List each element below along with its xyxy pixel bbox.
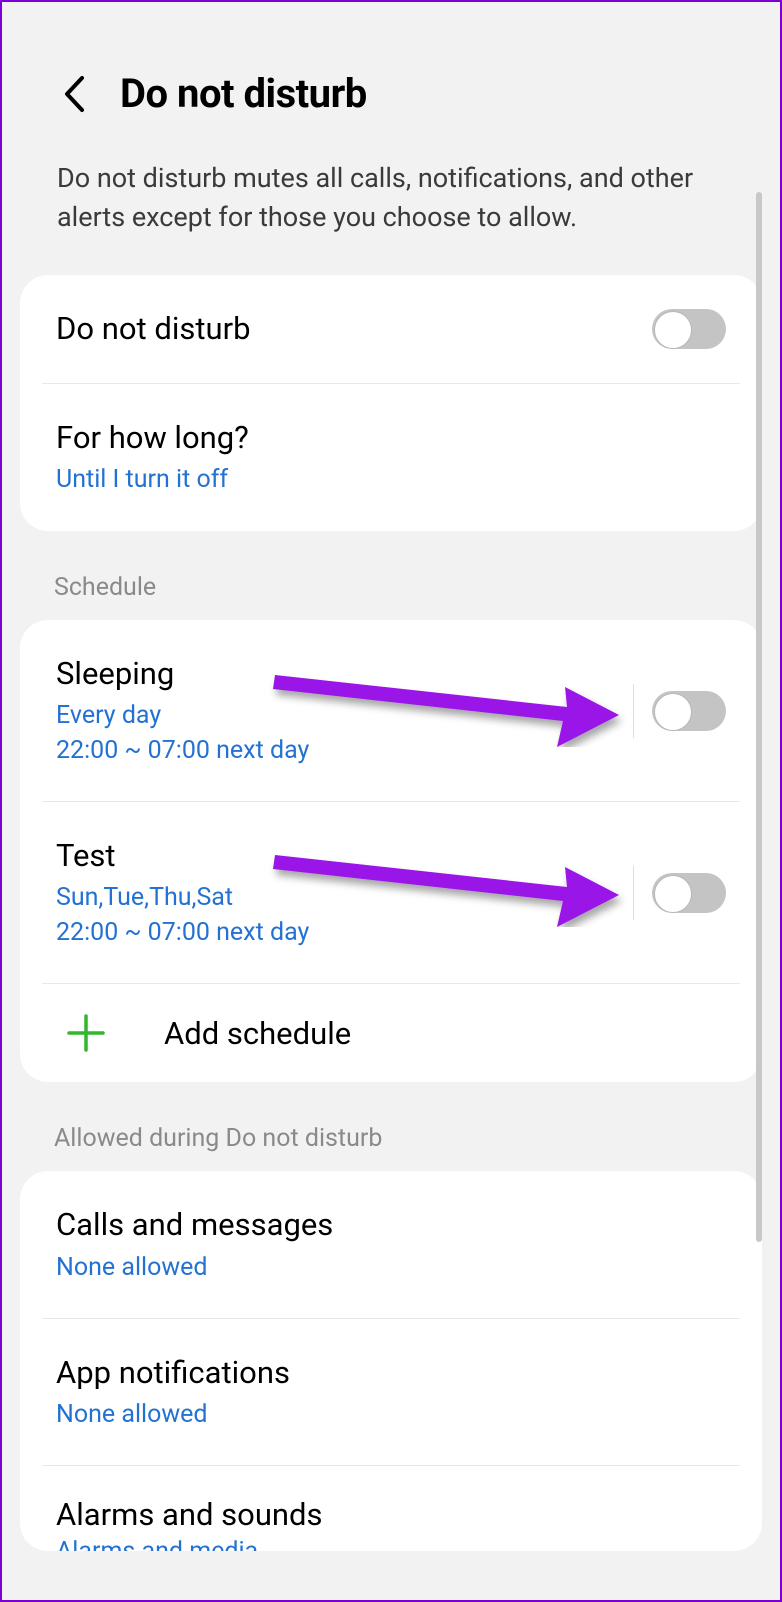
- header: Do not disturb: [2, 2, 780, 147]
- apps-row[interactable]: App notifications None allowed: [20, 1319, 762, 1466]
- schedule-days: Sun,Tue,Thu,Sat: [56, 880, 615, 915]
- add-schedule-row[interactable]: Add schedule: [20, 984, 762, 1082]
- schedule-toggle-sleeping[interactable]: [652, 691, 726, 731]
- main-settings-card: Do not disturb For how long? Until I tur…: [20, 275, 762, 531]
- back-button[interactable]: [52, 72, 96, 116]
- page-title: Do not disturb: [120, 70, 367, 117]
- apps-value: None allowed: [56, 1397, 726, 1432]
- schedule-title: Test: [56, 836, 615, 876]
- dnd-toggle-row[interactable]: Do not disturb: [20, 275, 762, 383]
- schedule-section-header: Schedule: [2, 531, 780, 620]
- dnd-label: Do not disturb: [56, 309, 652, 349]
- schedule-time: 22:00 ~ 07:00 next day: [56, 915, 615, 950]
- divider: [633, 866, 634, 920]
- how-long-label: For how long?: [56, 418, 726, 458]
- chevron-left-icon: [63, 75, 85, 113]
- calls-title: Calls and messages: [56, 1205, 726, 1245]
- calls-value: None allowed: [56, 1250, 726, 1285]
- page-description: Do not disturb mutes all calls, notifica…: [2, 147, 780, 275]
- plus-icon: [56, 1012, 116, 1054]
- divider: [633, 684, 634, 738]
- how-long-value: Until I turn it off: [56, 462, 726, 497]
- schedule-card: Sleeping Every day 22:00 ~ 07:00 next da…: [20, 620, 762, 1083]
- apps-title: App notifications: [56, 1353, 726, 1393]
- add-schedule-label: Add schedule: [164, 1015, 351, 1052]
- allowed-card: Calls and messages None allowed App noti…: [20, 1171, 762, 1551]
- alarms-value: Alarms and media: [56, 1537, 726, 1551]
- schedule-row-sleeping[interactable]: Sleeping Every day 22:00 ~ 07:00 next da…: [20, 620, 762, 802]
- alarms-title: Alarms and sounds: [56, 1496, 726, 1533]
- schedule-days: Every day: [56, 698, 615, 733]
- allowed-section-header: Allowed during Do not disturb: [2, 1082, 780, 1171]
- schedule-toggle-test[interactable]: [652, 873, 726, 913]
- schedule-time: 22:00 ~ 07:00 next day: [56, 733, 615, 768]
- schedule-title: Sleeping: [56, 654, 615, 694]
- schedule-row-test[interactable]: Test Sun,Tue,Thu,Sat 22:00 ~ 07:00 next …: [20, 802, 762, 984]
- dnd-toggle[interactable]: [652, 309, 726, 349]
- how-long-row[interactable]: For how long? Until I turn it off: [20, 384, 762, 531]
- alarms-row[interactable]: Alarms and sounds Alarms and media: [20, 1466, 762, 1551]
- calls-row[interactable]: Calls and messages None allowed: [20, 1171, 762, 1318]
